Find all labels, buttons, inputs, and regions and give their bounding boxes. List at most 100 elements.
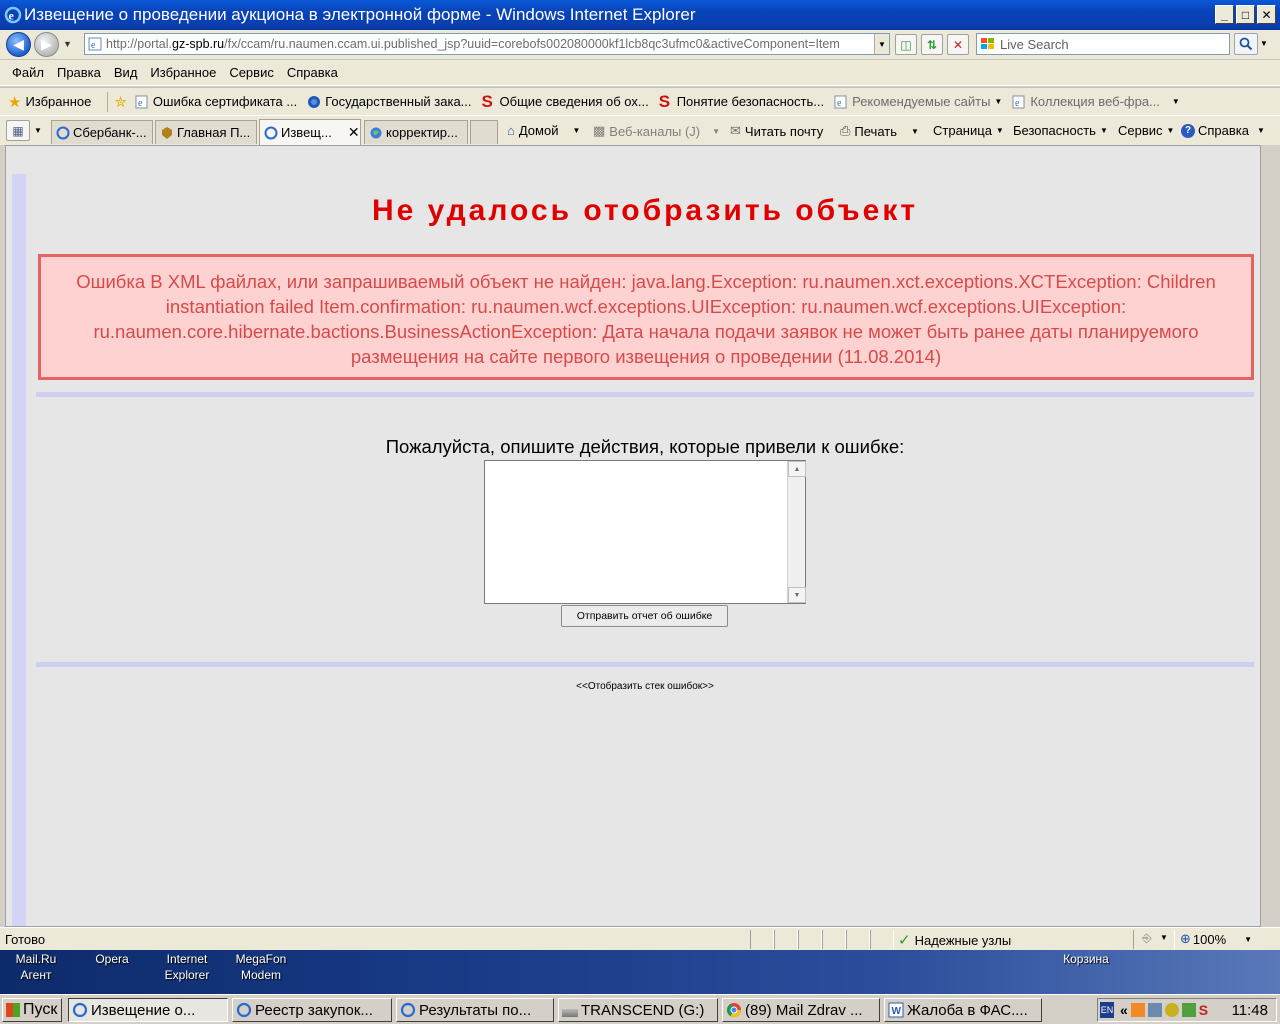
security-zone[interactable]: ✓ Надежные узлы <box>898 931 1011 949</box>
zoom-level: 100% <box>1192 931 1227 947</box>
antivirus-icon[interactable]: S <box>1199 1002 1208 1018</box>
page-menu-button[interactable]: Страница ▼ <box>933 123 1004 138</box>
favorite-label: Рекомендуемые сайты <box>852 94 991 109</box>
window-titlebar: e Извещение о проведении аукциона в элек… <box>0 0 1280 30</box>
read-mail-button[interactable]: ✉ Читать почту <box>730 123 823 139</box>
forward-button[interactable]: ▶ <box>34 32 59 57</box>
tools-menu-button[interactable]: Сервис ▼ <box>1118 123 1174 138</box>
clock[interactable]: 11:48 <box>1232 1002 1268 1019</box>
close-button[interactable]: ✕ <box>1257 5 1276 24</box>
favorite-label: Ошибка сертификата ... <box>152 94 298 109</box>
print-button[interactable]: ⎙ Печать ▼ <box>840 123 919 139</box>
taskbar-item-transcend[interactable]: TRANSCEND (G:) <box>558 998 718 1022</box>
menu-edit[interactable]: Правка <box>51 65 107 80</box>
desktop-icon-opera[interactable]: Opera <box>84 951 140 967</box>
maximize-button[interactable]: □ <box>1236 5 1255 24</box>
search-options-icon[interactable]: ▼ <box>1260 39 1268 48</box>
ie-logo-icon <box>236 1002 252 1018</box>
error-report-textarea[interactable] <box>484 460 806 604</box>
compatibility-button[interactable]: ◫ <box>895 34 917 55</box>
favorites-button[interactable]: ★ Избранное <box>0 93 91 111</box>
minimize-button[interactable]: _ <box>1215 5 1234 24</box>
print-label: Печать <box>854 123 897 139</box>
scroll-up-icon[interactable]: ▲ <box>788 461 806 477</box>
ie-logo-icon <box>400 1002 416 1018</box>
favorite-label: Государственный зака... <box>325 94 472 109</box>
globe-icon <box>370 127 382 138</box>
page-icon: e <box>88 37 102 51</box>
back-button[interactable]: ◀ <box>6 32 31 57</box>
desktop-icon-recycle-bin[interactable]: Корзина <box>1056 951 1116 967</box>
tray-app-icon[interactable] <box>1181 1003 1196 1017</box>
ie-logo-icon: e <box>4 6 22 24</box>
favorite-link-4[interactable]: S Понятие безопасность... <box>659 93 824 110</box>
close-tab-icon[interactable]: ✕ <box>348 124 360 141</box>
desktop-icon-megafon[interactable]: MegaFon Modem <box>232 951 290 983</box>
taskbar-label: Жалоба в ФАС.... <box>907 1001 1028 1019</box>
show-stack-link[interactable]: <<Отобразить стек ошибок>> <box>6 681 1260 692</box>
address-field[interactable]: e http://portal.gz-spb.ru/fx/ccam/ru.nau… <box>84 33 890 55</box>
menu-favorites[interactable]: Избранное <box>144 65 222 80</box>
favorite-link-1[interactable]: e Ошибка сертификата ... <box>135 94 297 109</box>
status-cell <box>750 930 774 949</box>
favorite-link-3[interactable]: S Общие сведения об ох... <box>482 93 649 110</box>
desktop-icon-mailru[interactable]: Mail.Ru Агент <box>8 951 64 983</box>
search-input[interactable]: Live Search <box>976 33 1230 55</box>
quick-tabs-button[interactable]: ▦ <box>6 120 30 141</box>
favorites-overflow-icon[interactable]: ▼ <box>1172 97 1180 106</box>
menu-view[interactable]: Вид <box>108 65 144 80</box>
start-button[interactable]: Пуск <box>2 998 62 1022</box>
ie-page-icon <box>264 126 278 139</box>
stop-button[interactable]: ✕ <box>947 34 969 55</box>
favorite-link-5[interactable]: e Рекомендуемые сайты ▼ <box>834 94 1002 109</box>
search-button[interactable] <box>1234 33 1258 55</box>
taskbar-item-results[interactable]: Результаты по... <box>396 998 554 1022</box>
favorite-link-2[interactable]: Государственный зака... <box>307 94 472 109</box>
tab-correction[interactable]: корректир... <box>364 120 468 144</box>
tray-app-icon[interactable] <box>1164 1003 1179 1017</box>
favorite-link-6[interactable]: e Коллекция веб-фра... <box>1012 94 1160 109</box>
chevron-down-icon: ▼ <box>911 126 919 136</box>
tab-sberbank[interactable]: Сбербанк-... <box>51 120 153 144</box>
refresh-button[interactable]: ⇅ <box>921 34 943 55</box>
safety-menu-button[interactable]: Безопасность ▼ <box>1013 123 1108 138</box>
tab-notice-active[interactable]: Извещ... ✕ <box>259 119 361 145</box>
menu-tools[interactable]: Сервис <box>223 65 280 80</box>
address-dropdown-icon[interactable]: ▼ <box>874 34 889 54</box>
menu-file[interactable]: Файл <box>6 65 50 80</box>
desktop-icon-ie[interactable]: Internet Explorer <box>158 951 216 983</box>
feeds-button[interactable]: ▩ Веб-каналы (J) ▼ <box>593 123 720 139</box>
taskbar-label: Результаты по... <box>419 1001 532 1019</box>
help-menu-button[interactable]: ? Справка ▼ <box>1181 123 1265 138</box>
svg-text:e: e <box>837 98 842 109</box>
taskbar-label: (89) Mail Zdrav ... <box>745 1001 863 1019</box>
tab-list-dropdown-icon[interactable]: ▼ <box>34 126 42 135</box>
taskbar-item-registry[interactable]: Реестр закупок... <box>232 998 392 1022</box>
tray-app-icon[interactable] <box>1130 1003 1145 1017</box>
tray-expand-icon[interactable]: « <box>1120 1002 1128 1018</box>
send-report-button[interactable]: Отправить отчет об ошибке <box>561 605 728 627</box>
home-button[interactable]: ⌂ Домой ▼ <box>507 123 580 138</box>
left-decor-stripe <box>12 174 26 926</box>
history-dropdown-icon[interactable]: ▼ <box>63 39 72 49</box>
new-tab-button[interactable] <box>470 120 498 144</box>
windows-logo-icon <box>981 38 994 49</box>
taskbar-item-mail[interactable]: (89) Mail Zdrav ... <box>722 998 880 1022</box>
taskbar-item-notice[interactable]: Извещение о... <box>68 998 228 1022</box>
status-cell <box>846 930 870 949</box>
protected-mode-cell[interactable]: ⎆ ▼ <box>1133 930 1175 949</box>
status-bar: Готово ✓ Надежные узлы ⎆ ▼ ⊕ 100% ▼ <box>0 927 1280 950</box>
help-label: Справка <box>1198 123 1249 138</box>
scroll-down-icon[interactable]: ▼ <box>788 587 806 603</box>
favorites-star-icon: ★ <box>8 93 22 111</box>
url-path: /fx/ccam/ru.naumen.ccam.ui.published_jsp… <box>224 37 840 51</box>
zoom-control[interactable]: ⊕ 100% ▼ <box>1180 931 1252 947</box>
taskbar-item-complaint[interactable]: W Жалоба в ФАС.... <box>884 998 1042 1022</box>
start-label: Пуск <box>23 1001 58 1018</box>
menu-help[interactable]: Справка <box>281 65 344 80</box>
add-favorite-icon[interactable]: ✮ <box>114 93 127 111</box>
language-indicator[interactable]: EN <box>1100 1002 1114 1018</box>
tab-main[interactable]: Главная П... <box>155 120 257 144</box>
network-icon[interactable] <box>1147 1003 1162 1017</box>
textarea-scrollbar[interactable]: ▲ ▼ <box>787 461 806 603</box>
